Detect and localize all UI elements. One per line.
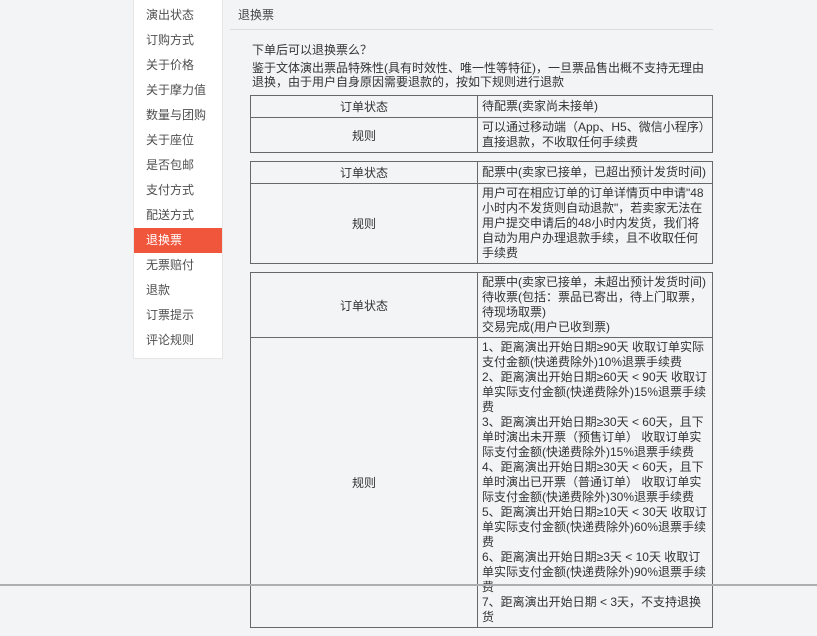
- rules-tables: 订单状态待配票(卖家尚未接单)规则可以通过移动端（App、H5、微信小程序）直接…: [250, 95, 713, 628]
- value-line: 配票中(卖家已接单，已超出预计发货时间): [482, 165, 708, 180]
- order-status-row: 订单状态待配票(卖家尚未接单): [251, 96, 713, 118]
- value-line: 可以通过移动端（App、H5、微信小程序）直接退款，不收取任何手续费: [482, 120, 708, 150]
- value-line: 2、距离演出开始日期≥60天 < 90天 收取订单实际支付金额(快递费除外)15…: [482, 370, 708, 415]
- rule-row: 规则可以通过移动端（App、H5、微信小程序）直接退款，不收取任何手续费: [251, 118, 713, 153]
- row-value: 待配票(卖家尚未接单): [478, 96, 713, 118]
- sidebar-item-11[interactable]: 退款: [134, 278, 222, 303]
- rule-table-0: 订单状态待配票(卖家尚未接单)规则可以通过移动端（App、H5、微信小程序）直接…: [250, 95, 713, 153]
- sidebar-item-0[interactable]: 演出状态: [134, 3, 222, 28]
- value-line: 3、距离演出开始日期≥30天 < 60天，且下单时演出未开票（预售订单） 收取订…: [482, 415, 708, 460]
- sidebar-item-9-active[interactable]: 退换票: [134, 228, 222, 253]
- row-label: 规则: [251, 184, 478, 264]
- sidebar-item-5[interactable]: 关于座位: [134, 128, 222, 153]
- value-line: 待配票(卖家尚未接单): [482, 99, 708, 114]
- sidebar-item-13[interactable]: 评论规则: [134, 328, 222, 353]
- rule-row: 规则用户可在相应订单的订单详情页中申请"48小时内不发货则自动退款"，若卖家无法…: [251, 184, 713, 264]
- row-label: 订单状态: [251, 96, 478, 118]
- sidebar-item-3[interactable]: 关于摩力值: [134, 78, 222, 103]
- value-line: 7、距离演出开始日期 < 3天，不支持退换货: [482, 595, 708, 625]
- sidebar-item-6[interactable]: 是否包邮: [134, 153, 222, 178]
- sidebar-item-4[interactable]: 数量与团购: [134, 103, 222, 128]
- row-value: 配票中(卖家已接单，未超出预计发货时间)待收票(包括：票品已寄出，待上门取票，待…: [478, 273, 713, 338]
- sidebar-item-7[interactable]: 支付方式: [134, 178, 222, 203]
- value-line: 4、距离演出开始日期≥30天 < 60天，且下单时演出已开票（普通订单） 收取订…: [482, 460, 708, 505]
- value-line: 用户可在相应订单的订单详情页中申请"48小时内不发货则自动退款"，若卖家无法在用…: [482, 186, 708, 261]
- help-sidebar: 演出状态订购方式关于价格关于摩力值数量与团购关于座位是否包邮支付方式配送方式退换…: [133, 0, 223, 359]
- order-status-row: 订单状态配票中(卖家已接单，未超出预计发货时间)待收票(包括：票品已寄出，待上门…: [251, 273, 713, 338]
- order-status-row: 订单状态配票中(卖家已接单，已超出预计发货时间): [251, 162, 713, 184]
- sidebar-item-12[interactable]: 订票提示: [134, 303, 222, 328]
- row-value: 配票中(卖家已接单，已超出预计发货时间): [478, 162, 713, 184]
- rule-table-1: 订单状态配票中(卖家已接单，已超出预计发货时间)规则用户可在相应订单的订单详情页…: [250, 161, 713, 264]
- row-label: 订单状态: [251, 162, 478, 184]
- intro-text: 鉴于文体演出票品特殊性(具有时效性、唯一性等特征)，一旦票品售出概不支持无理由退…: [252, 61, 710, 89]
- sidebar-item-1[interactable]: 订购方式: [134, 28, 222, 53]
- value-line: 交易完成(用户已收到票): [482, 320, 708, 335]
- row-value: 用户可在相应订单的订单详情页中申请"48小时内不发货则自动退款"，若卖家无法在用…: [478, 184, 713, 264]
- value-line: 1、距离演出开始日期≥90天 收取订单实际支付金额(快递费除外)10%退票手续费: [482, 340, 708, 370]
- row-value: 可以通过移动端（App、H5、微信小程序）直接退款，不收取任何手续费: [478, 118, 713, 153]
- sidebar-item-2[interactable]: 关于价格: [134, 53, 222, 78]
- value-line: 6、距离演出开始日期≥3天 < 10天 收取订单实际支付金额(快递费除外)90%…: [482, 550, 708, 595]
- row-label: 订单状态: [251, 273, 478, 338]
- value-line: 配票中(卖家已接单，未超出预计发货时间): [482, 275, 708, 290]
- question-text: 下单后可以退换票么？: [252, 42, 710, 58]
- sidebar-item-8[interactable]: 配送方式: [134, 203, 222, 228]
- row-label: 规则: [251, 118, 478, 153]
- value-line: 5、距离演出开始日期≥10天 < 30天 收取订单实际支付金额(快递费除外)60…: [482, 505, 708, 550]
- value-line: 待收票(包括：票品已寄出，待上门取票，待现场取票): [482, 290, 708, 320]
- rule-table-2: 订单状态配票中(卖家已接单，未超出预计发货时间)待收票(包括：票品已寄出，待上门…: [250, 272, 713, 628]
- page-title: 退换票: [230, 0, 713, 30]
- help-content: 退换票 下单后可以退换票么？ 鉴于文体演出票品特殊性(具有时效性、唯一性等特征)…: [230, 0, 713, 636]
- sidebar-item-10[interactable]: 无票赔付: [134, 253, 222, 278]
- qa-block: 下单后可以退换票么？ 鉴于文体演出票品特殊性(具有时效性、唯一性等特征)，一旦票…: [252, 42, 710, 89]
